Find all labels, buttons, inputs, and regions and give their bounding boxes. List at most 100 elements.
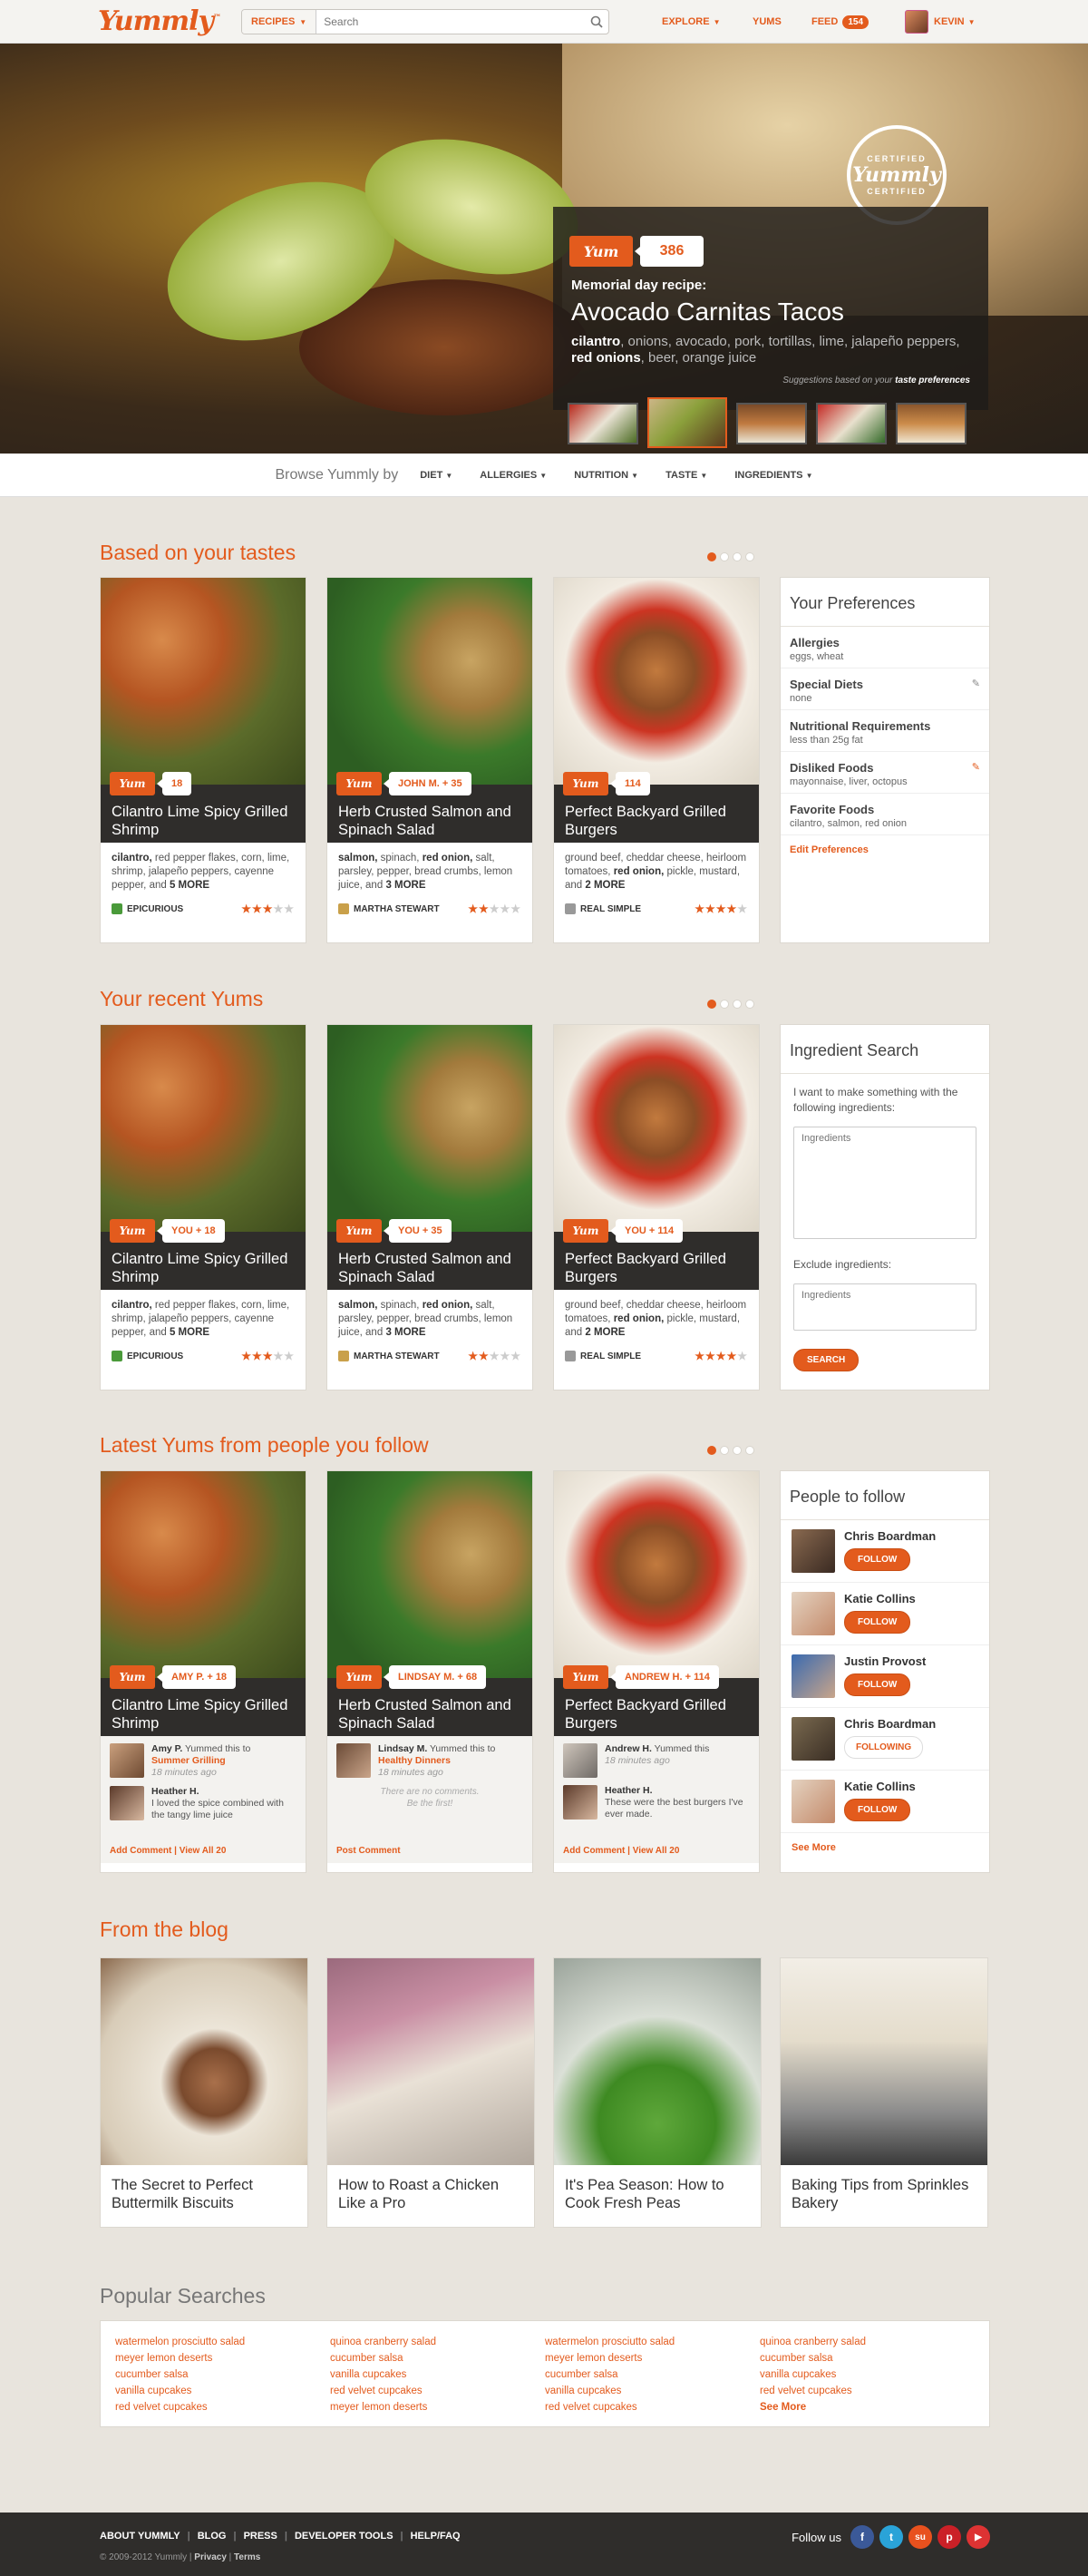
avatar[interactable] xyxy=(563,1743,597,1778)
avatar[interactable] xyxy=(792,1717,835,1761)
avatar[interactable] xyxy=(110,1743,144,1778)
twitter-icon[interactable]: t xyxy=(879,2525,903,2549)
carousel-dot[interactable] xyxy=(720,1000,729,1009)
search-link[interactable]: cucumber salsa xyxy=(545,2366,760,2383)
search-link[interactable]: meyer lemon deserts xyxy=(545,2350,760,2366)
pref-special-diets[interactable]: Special Diets none ✎ xyxy=(781,668,989,710)
collection-link[interactable]: Summer Grilling xyxy=(151,1755,226,1766)
nav-explore[interactable]: EXPLORE ▼ xyxy=(662,0,721,44)
view-all-link[interactable]: View All 20 xyxy=(180,1846,227,1856)
avatar[interactable] xyxy=(563,1785,597,1820)
pref-favorites[interactable]: Favorite Foods cilantro, salmon, red onio… xyxy=(781,794,989,835)
carousel-dot[interactable] xyxy=(707,1000,716,1009)
yum-button[interactable]: Yum xyxy=(563,1219,608,1243)
blog-image[interactable] xyxy=(101,1958,307,2165)
recipe-card[interactable]: Yum 18 Cilantro Lime Spicy Grilled Shrimp… xyxy=(100,577,306,943)
recipe-image[interactable] xyxy=(327,578,532,785)
search-link[interactable]: vanilla cupcakes xyxy=(115,2383,330,2399)
recipe-source[interactable]: REAL SIMPLE xyxy=(565,1351,641,1361)
add-comment-link[interactable]: Add Comment xyxy=(563,1846,625,1856)
browse-taste[interactable]: TASTE ▼ xyxy=(665,470,707,481)
avatar[interactable] xyxy=(110,1786,144,1820)
recipes-dropdown[interactable]: RECIPES ▼ xyxy=(242,10,317,34)
recipe-title[interactable]: Cilantro Lime Spicy Grilled Shrimp xyxy=(112,803,293,839)
blog-card[interactable]: Baking Tips from Sprinkles Bakery xyxy=(780,1957,988,2228)
avatar[interactable] xyxy=(792,1780,835,1823)
blog-title[interactable]: How to Roast a Chicken Like a Pro xyxy=(327,2165,534,2223)
recipe-card[interactable]: Yum YOU + 35 Herb Crusted Salmon and Spin… xyxy=(326,1024,533,1390)
user-link[interactable]: Heather H. xyxy=(151,1786,199,1797)
recipe-image[interactable] xyxy=(101,1025,306,1232)
social-recipe-card[interactable]: Yum ANDREW H. + 114 Perfect Backyard Gril… xyxy=(553,1470,760,1873)
search-link[interactable]: quinoa cranberry salad xyxy=(760,2334,975,2350)
pencil-icon[interactable]: ✎ xyxy=(972,761,980,773)
pref-allergies[interactable]: Allergies eggs, wheat xyxy=(781,627,989,668)
search-link[interactable]: watermelon prosciutto salad xyxy=(115,2334,330,2350)
yum-button[interactable]: Yum xyxy=(110,1219,155,1243)
recipe-image[interactable] xyxy=(554,1471,759,1678)
recipe-source[interactable]: REAL SIMPLE xyxy=(565,903,641,914)
edit-preferences-link[interactable]: Edit Preferences xyxy=(781,835,989,864)
follow-button[interactable]: FOLLOW xyxy=(844,1548,911,1571)
search-link[interactable]: meyer lemon deserts xyxy=(330,2399,545,2415)
browse-ingredients[interactable]: INGREDIENTS ▼ xyxy=(734,470,812,481)
yum-button[interactable]: Yum xyxy=(563,1665,608,1689)
yum-button[interactable]: Yum xyxy=(569,236,633,267)
avatar[interactable] xyxy=(792,1654,835,1698)
search-link[interactable]: cucumber salsa xyxy=(330,2350,545,2366)
browse-diet[interactable]: DIET ▼ xyxy=(420,470,452,481)
see-more-link[interactable]: See More xyxy=(781,1833,989,1862)
person-name[interactable]: Chris Boardman xyxy=(844,1529,936,1543)
person-name[interactable]: Chris Boardman xyxy=(844,1717,936,1731)
avatar[interactable] xyxy=(792,1592,835,1635)
carousel-dot[interactable] xyxy=(733,1000,742,1009)
follow-button[interactable]: FOLLOW xyxy=(844,1799,911,1821)
view-all-link[interactable]: View All 20 xyxy=(633,1846,680,1856)
blog-card[interactable]: The Secret to Perfect Buttermilk Biscuit… xyxy=(100,1957,308,2228)
user-link[interactable]: Amy P. xyxy=(151,1743,182,1754)
recipe-card[interactable]: Yum 114 Perfect Backyard Grilled Burgers … xyxy=(553,577,760,943)
carousel-dot[interactable] xyxy=(745,1446,754,1455)
blog-title[interactable]: It's Pea Season: How to Cook Fresh Peas xyxy=(554,2165,761,2223)
recipe-image[interactable] xyxy=(327,1025,532,1232)
search-link[interactable]: vanilla cupcakes xyxy=(545,2383,760,2399)
post-comment-link[interactable]: Post Comment xyxy=(336,1846,401,1856)
recipe-source[interactable]: EPICURIOUS xyxy=(112,1351,183,1361)
carousel-dot[interactable] xyxy=(733,552,742,561)
pinterest-icon[interactable]: p xyxy=(937,2525,961,2549)
hero-title[interactable]: Avocado Carnitas Tacos xyxy=(571,298,844,327)
recipe-image[interactable] xyxy=(101,1471,306,1678)
footer-help-link[interactable]: HELP/FAQ xyxy=(411,2531,461,2542)
add-comment-link[interactable]: Add Comment xyxy=(110,1846,171,1856)
search-link[interactable]: vanilla cupcakes xyxy=(330,2366,545,2383)
pref-nutrition[interactable]: Nutritional Requirements less than 25g fa… xyxy=(781,710,989,752)
collection-link[interactable]: Healthy Dinners xyxy=(378,1755,451,1766)
pref-disliked[interactable]: Disliked Foods mayonnaise, liver, octopus… xyxy=(781,752,989,794)
recipe-image[interactable] xyxy=(554,1025,759,1232)
social-recipe-card[interactable]: Yum LINDSAY M. + 68 Herb Crusted Salmon a… xyxy=(326,1470,533,1873)
recipe-title[interactable]: Herb Crusted Salmon and Spinach Salad xyxy=(338,1250,520,1286)
yum-button[interactable]: Yum xyxy=(336,1219,382,1243)
browse-nutrition[interactable]: NUTRITION ▼ xyxy=(574,470,638,481)
carousel-dot[interactable] xyxy=(720,1446,729,1455)
recipe-source[interactable]: MARTHA STEWART xyxy=(338,903,440,914)
recipe-image[interactable] xyxy=(327,1471,532,1678)
following-button[interactable]: FOLLOWING xyxy=(844,1736,924,1759)
user-link[interactable]: Lindsay M. xyxy=(378,1743,427,1754)
yum-button[interactable]: Yum xyxy=(336,1665,382,1689)
footer-about-link[interactable]: ABOUT YUMMLY xyxy=(100,2531,180,2542)
blog-image[interactable] xyxy=(327,1958,534,2165)
yummly-logo[interactable]: Yummly™ xyxy=(98,5,221,37)
hero-thumbnail[interactable] xyxy=(736,403,807,444)
user-menu[interactable]: KEVIN ▼ xyxy=(905,0,976,44)
yum-button[interactable]: Yum xyxy=(110,772,155,795)
search-icon[interactable] xyxy=(585,10,608,34)
social-recipe-card[interactable]: Yum AMY P. + 18 Cilantro Lime Spicy Grill… xyxy=(100,1470,306,1873)
carousel-dot[interactable] xyxy=(720,552,729,561)
exclude-ingredients-input[interactable] xyxy=(793,1283,976,1331)
person-name[interactable]: Justin Provost xyxy=(844,1654,926,1668)
blog-card[interactable]: How to Roast a Chicken Like a Pro xyxy=(326,1957,535,2228)
carousel-dot[interactable] xyxy=(707,552,716,561)
chevron-down-icon[interactable]: ▼ xyxy=(189,16,198,26)
recipe-title[interactable]: Herb Crusted Salmon and Spinach Salad xyxy=(338,1696,520,1732)
